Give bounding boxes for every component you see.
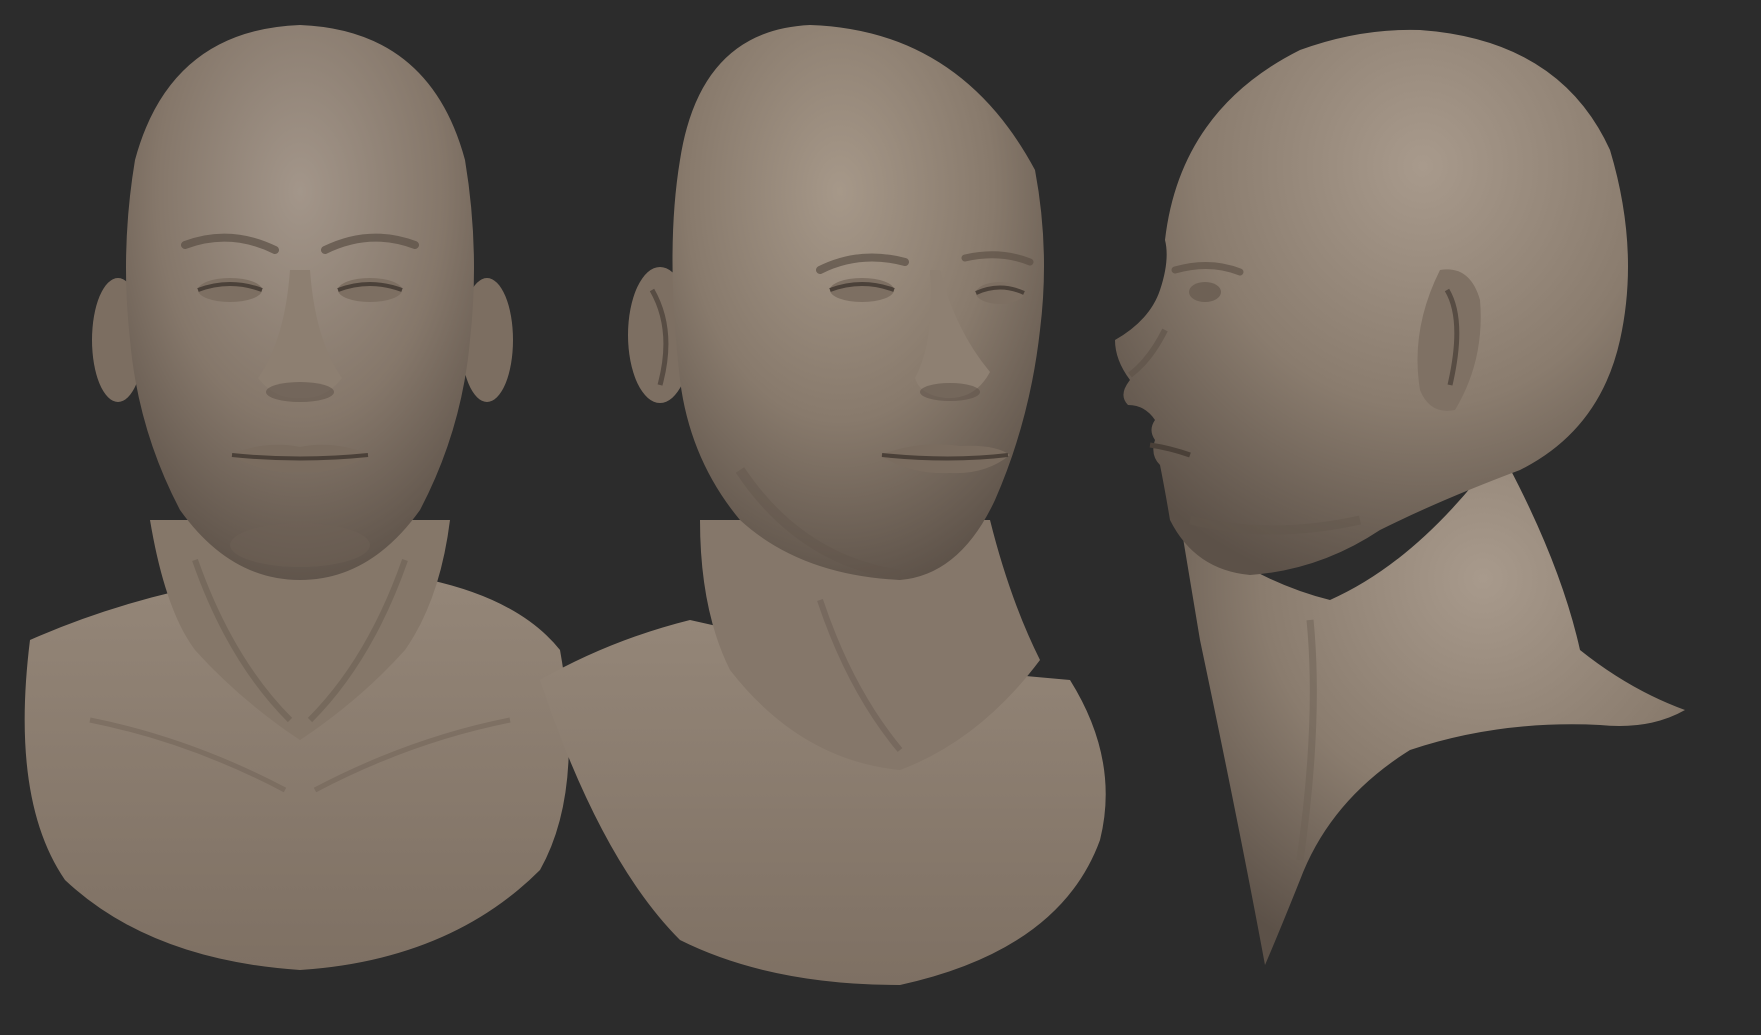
front-eye-left <box>198 278 262 302</box>
three-quarter-eye-right <box>976 282 1024 304</box>
profile-eye <box>1189 282 1221 302</box>
profile-head <box>1115 29 1628 576</box>
front-eye-right <box>338 278 402 302</box>
three-quarter-eye-left <box>830 278 894 302</box>
front-view-bust <box>24 25 569 970</box>
three-quarter-view-bust <box>540 25 1106 985</box>
profile-view-bust <box>1115 29 1685 965</box>
sculpt-viewport <box>0 0 1761 1035</box>
sculpt-render <box>24 25 1685 985</box>
